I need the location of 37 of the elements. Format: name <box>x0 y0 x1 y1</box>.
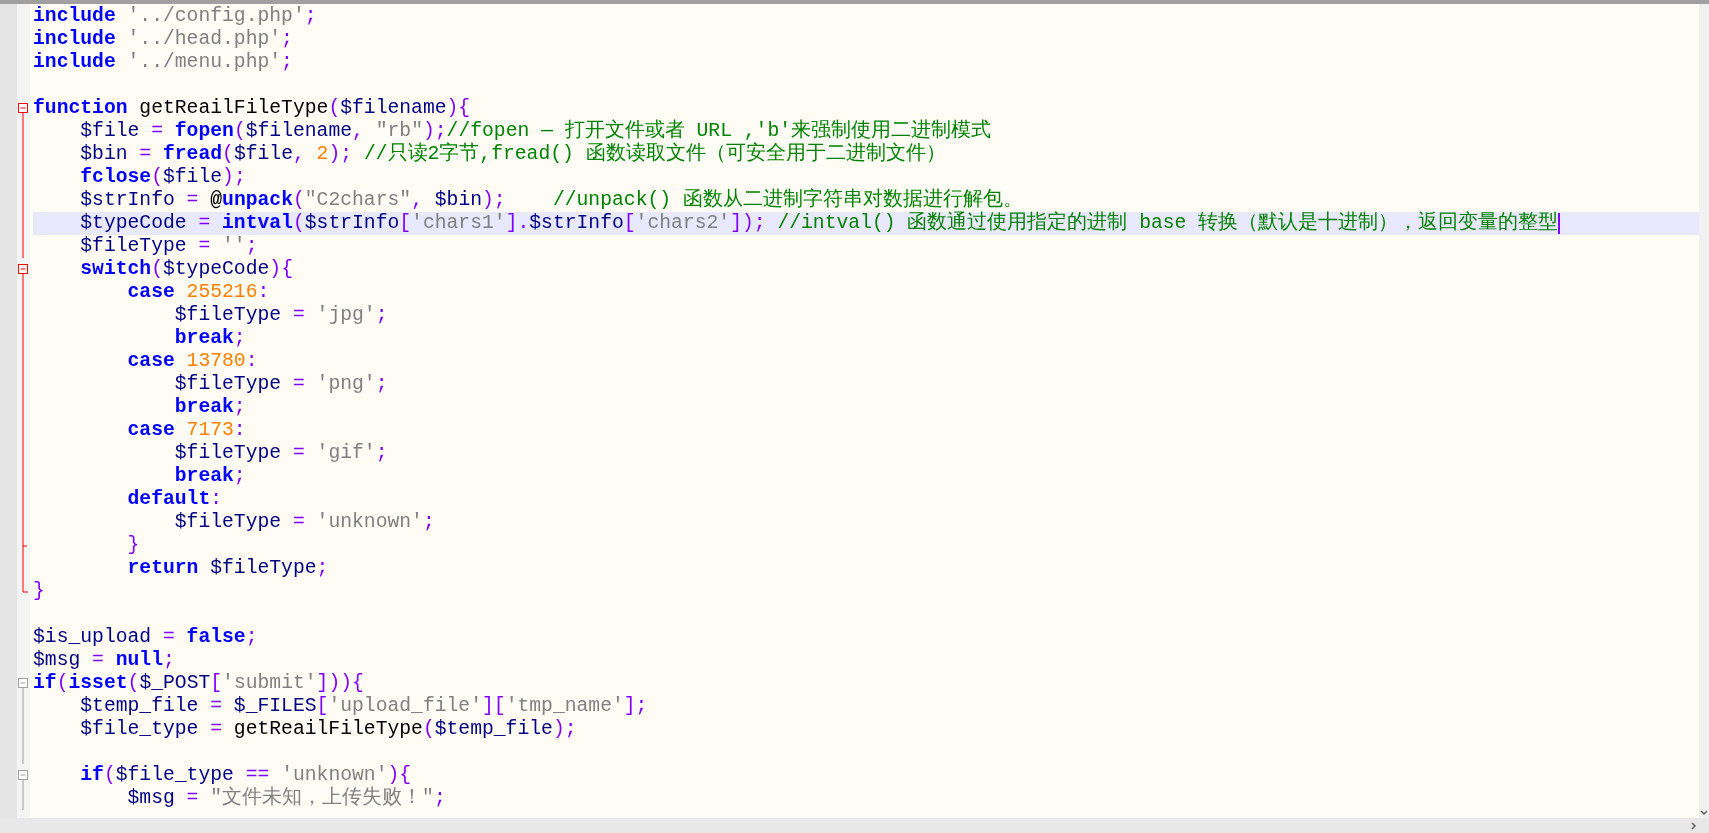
code-line: $fileType = ''; <box>79 235 258 258</box>
code-line: switch($typeCode){ <box>79 258 293 281</box>
code-line: $is_upload = false; <box>33 626 258 649</box>
horizontal-scrollbar[interactable] <box>0 818 1709 833</box>
code-line: include '../head.php'; <box>33 28 293 51</box>
code-line: case 255216: <box>126 281 270 304</box>
code-line: default: <box>126 488 223 511</box>
code-line: $file_type = getReailFileType($temp_file); <box>79 718 577 741</box>
code-line: $strInfo = @unpack("C2chars", $bin); //unpack() 函数从二进制字符串对数据进行解包。 <box>79 189 1023 211</box>
code-line: $temp_file = $_FILES['upload_file']['tmp_name']; <box>79 695 648 718</box>
code-line: include '../menu.php'; <box>33 51 293 74</box>
code-line: return $fileType; <box>126 557 329 580</box>
code-line: fclose($file); <box>79 166 246 189</box>
code-line: break; <box>173 465 246 488</box>
code-line: if(isset($_POST['submit'])){ <box>33 672 364 695</box>
code-line: case 7173: <box>126 419 246 442</box>
code-line: $bin = fread($file, 2); //只读2字节,fread() 函数读取文件（可安全用于二进制文件） <box>79 143 946 166</box>
code-line: } <box>126 534 140 557</box>
code-line: if($file_type == 'unknown'){ <box>79 764 412 786</box>
scroll-down-icon[interactable] <box>1700 810 1708 816</box>
code-line: $msg = null; <box>33 649 175 672</box>
code-line: $file = fopen($filename, "rb");//fopen — 打开文件或者 URL ,'b'来强制使用二进制模式 <box>79 120 992 142</box>
code-line: $fileType = 'unknown'; <box>173 511 435 534</box>
code-line: $fileType = 'gif'; <box>173 442 388 465</box>
code-line: include '../config.php'; <box>33 5 317 28</box>
text-cursor <box>1558 213 1561 234</box>
vertical-scrollbar[interactable] <box>1699 4 1709 818</box>
code-line: $fileType = 'png'; <box>173 373 388 396</box>
scroll-right-icon[interactable] <box>1691 821 1697 830</box>
code-line: break; <box>173 327 246 350</box>
code-line: $msg = "文件未知，上传失败！"; <box>126 787 446 810</box>
code-line: function getReailFileType($filename){ <box>33 97 471 120</box>
code-line: $typeCode = intval($strInfo['chars1'].$strInfo['chars2']); //intval() 函数通过使用指定的进制 base 转换（默认是十进制），返回变量的整型 <box>79 212 1559 235</box>
code-line: } <box>33 580 45 603</box>
code-line: $fileType = 'jpg'; <box>173 304 388 327</box>
code-line: break; <box>173 396 246 419</box>
code-line: case 13780: <box>126 350 258 373</box>
